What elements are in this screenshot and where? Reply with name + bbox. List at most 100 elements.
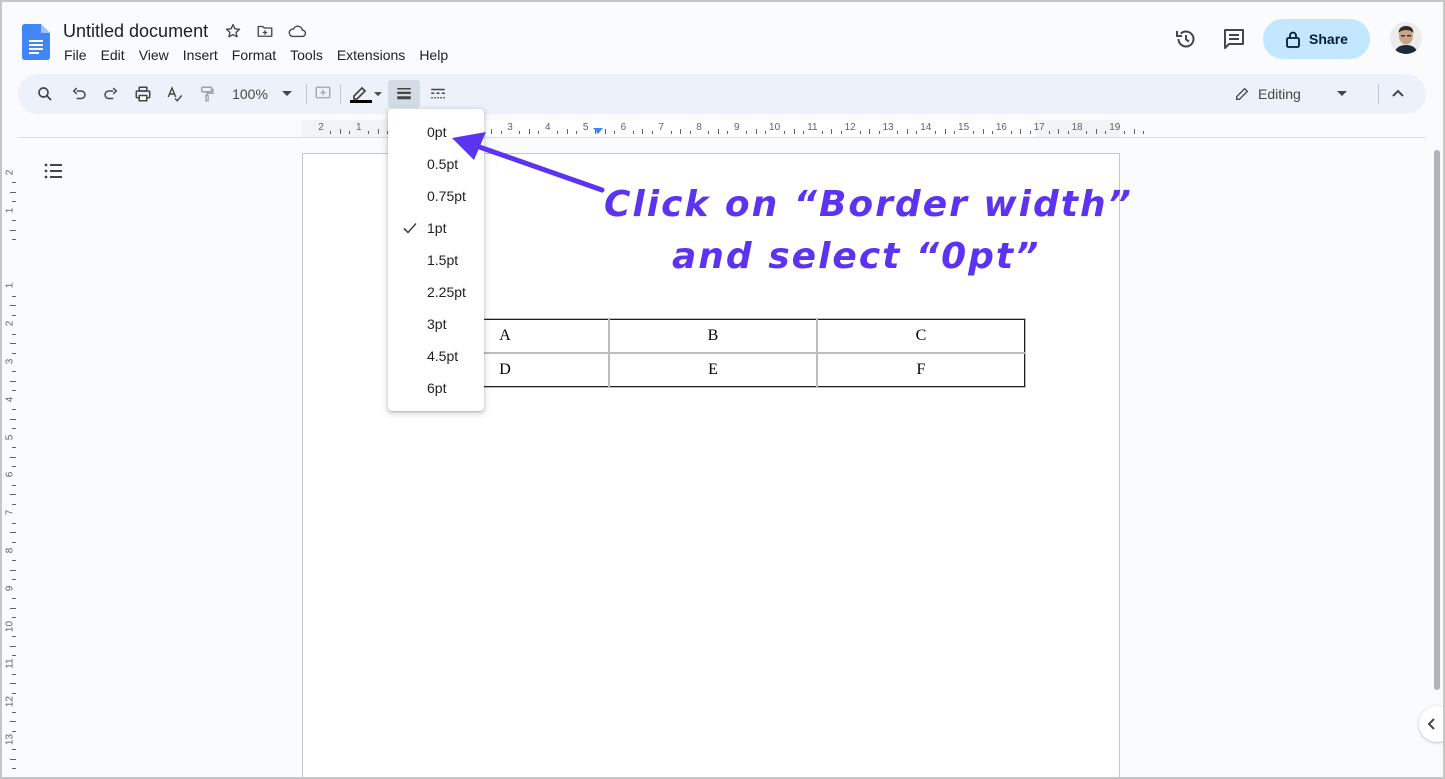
ruler-tick (1124, 131, 1126, 134)
table-cell[interactable]: F (816, 352, 1026, 388)
option-label: 4.5pt (427, 348, 459, 364)
document-table[interactable]: A B C D E F (400, 318, 1026, 388)
table-cell[interactable]: E (608, 352, 818, 388)
option-label: 1.5pt (427, 252, 459, 268)
ruler-tick (10, 456, 16, 458)
ruler-tick (670, 131, 672, 134)
menu-tools[interactable]: Tools (283, 46, 330, 64)
avatar[interactable] (1390, 22, 1422, 54)
ruler-number: 3 (507, 122, 513, 133)
paint-format-icon[interactable] (194, 80, 220, 108)
ruler-tick (12, 636, 16, 638)
menu-help[interactable]: Help (412, 46, 455, 64)
ruler-tick (954, 131, 956, 134)
share-button[interactable]: Share (1263, 19, 1370, 59)
option-label: 0.75pt (427, 188, 466, 204)
add-comment-icon[interactable] (310, 80, 336, 108)
ruler-tick (840, 131, 842, 134)
border-dash-button[interactable] (424, 80, 452, 108)
document-title[interactable]: Untitled document (63, 21, 212, 42)
ruler-tick (717, 129, 719, 134)
menu-option-0-5pt[interactable]: 0.5pt (388, 148, 484, 180)
document-outline-icon[interactable] (42, 160, 64, 182)
menu-option-1-5pt[interactable]: 1.5pt (388, 244, 484, 276)
menu-edit[interactable]: Edit (94, 46, 132, 64)
ruler-tick (538, 131, 540, 134)
ruler-tick (576, 131, 578, 134)
ruler-tick (1143, 131, 1145, 134)
search-menus-icon[interactable] (32, 80, 58, 108)
ruler-tick (642, 129, 644, 134)
ruler-number: 15 (958, 122, 970, 133)
ruler-tick (10, 721, 16, 723)
ruler-tick (10, 229, 16, 231)
ruler-tick (10, 532, 16, 534)
star-icon[interactable] (222, 20, 244, 42)
ruler-tick (708, 131, 710, 134)
menu-insert[interactable]: Insert (176, 46, 225, 64)
ruler-tick (1086, 131, 1088, 134)
chevron-down-icon (281, 91, 292, 96)
ruler-tick (916, 131, 918, 134)
ruler-tick (1048, 131, 1050, 134)
menu-option-0pt[interactable]: 0pt (388, 116, 484, 148)
menu-option-4-5pt[interactable]: 4.5pt (388, 340, 484, 372)
zoom-select[interactable]: 100% (226, 80, 298, 108)
menu-format[interactable]: Format (225, 46, 283, 64)
table-cell[interactable]: C (816, 318, 1026, 354)
cloud-saved-icon[interactable] (286, 20, 308, 42)
comments-icon[interactable] (1214, 19, 1254, 59)
redo-icon[interactable] (98, 80, 124, 108)
option-label: 0.5pt (427, 156, 459, 172)
hide-menus-icon[interactable] (1384, 80, 1412, 108)
vertical-scrollbar[interactable] (1434, 150, 1440, 690)
side-panel-toggle[interactable] (1419, 706, 1445, 742)
ruler-tick (680, 129, 682, 134)
version-history-icon[interactable] (1166, 19, 1206, 59)
menu-view[interactable]: View (132, 46, 176, 64)
ruler-tick (12, 409, 16, 411)
ruler-tick (12, 182, 16, 184)
table-cell[interactable]: B (608, 318, 818, 354)
ruler-tick (859, 131, 861, 134)
zoom-value: 100% (232, 86, 268, 102)
ruler-tick (12, 201, 16, 203)
lock-icon (1286, 31, 1300, 48)
option-label: 3pt (427, 316, 447, 332)
ruler-number: 12 (4, 696, 16, 708)
menu-option-1pt[interactable]: 1pt (388, 212, 484, 244)
ruler-tick (746, 131, 748, 134)
share-label: Share (1309, 31, 1348, 47)
editing-mode-select[interactable]: Editing (1226, 80, 1362, 108)
ruler-tick (897, 131, 899, 134)
docs-logo-icon[interactable] (22, 24, 50, 60)
ruler-number: 1 (4, 207, 16, 214)
undo-icon[interactable] (66, 80, 92, 108)
menu-option-2-25pt[interactable]: 2.25pt (388, 276, 484, 308)
move-folder-icon[interactable] (254, 20, 276, 42)
ruler-tick (528, 129, 530, 134)
ruler-tick (10, 380, 16, 382)
ruler-tick (10, 607, 16, 609)
editing-mode-label: Editing (1258, 86, 1301, 102)
print-icon[interactable] (130, 80, 156, 108)
app-header: Untitled document File Edit View Insert … (0, 0, 1445, 72)
ruler-tick (1020, 129, 1022, 134)
ruler-tick (595, 131, 597, 134)
toolbar: 100% Editing (18, 74, 1426, 114)
ruler-tick (12, 428, 16, 430)
vertical-ruler[interactable]: 2 1 1 2 3 4 5 6 7 8 9 10 11 12 13 (2, 140, 18, 777)
menu-extensions[interactable]: Extensions (330, 46, 412, 64)
ruler-tick (12, 465, 16, 467)
border-width-button[interactable] (388, 80, 420, 108)
menu-file[interactable]: File (57, 46, 94, 64)
menu-option-6pt[interactable]: 6pt (388, 372, 484, 404)
ruler-number: 7 (658, 122, 664, 133)
border-color-button[interactable] (346, 80, 384, 108)
menu-option-0-75pt[interactable]: 0.75pt (388, 180, 484, 212)
ruler-tick (831, 129, 833, 134)
spellcheck-icon[interactable] (162, 80, 188, 108)
ruler-number: 13 (882, 122, 894, 133)
ruler-number: 9 (734, 122, 740, 133)
menu-option-3pt[interactable]: 3pt (388, 308, 484, 340)
